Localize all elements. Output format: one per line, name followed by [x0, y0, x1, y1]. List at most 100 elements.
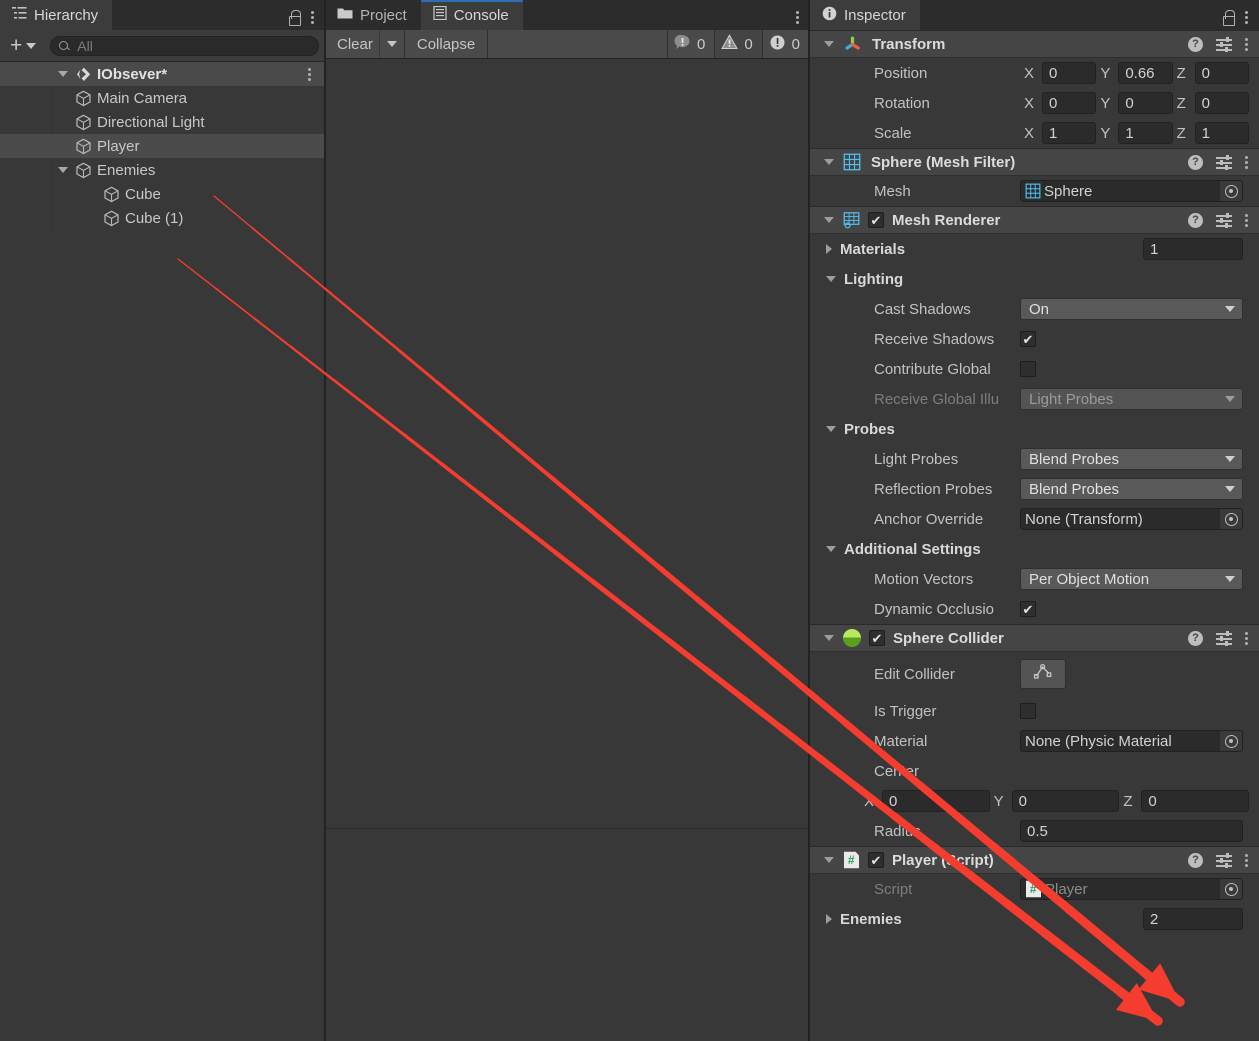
edit-collider-button[interactable]: [1020, 659, 1066, 689]
checkbox-receive-shadows[interactable]: [1020, 331, 1036, 347]
field-rotation-z[interactable]: 0: [1194, 92, 1249, 114]
foldout-materials[interactable]: Materials 1: [810, 234, 1259, 264]
log-count-info[interactable]: 0: [667, 30, 716, 58]
kebab-menu-icon[interactable]: [1245, 630, 1249, 646]
field-position-y[interactable]: 0.66: [1118, 62, 1173, 84]
tab-hierarchy[interactable]: Hierarchy: [0, 0, 113, 30]
field-materials-size[interactable]: 1: [1143, 238, 1243, 260]
expand-triangle-icon[interactable]: [826, 546, 836, 552]
console-log-list[interactable]: [325, 59, 810, 829]
checkbox-is-trigger[interactable]: [1020, 703, 1036, 719]
clear-button[interactable]: Clear: [325, 30, 379, 58]
field-row-x[interactable]: 0: [882, 790, 990, 812]
console-detail-pane[interactable]: [325, 829, 810, 1009]
search-input[interactable]: All: [50, 35, 319, 56]
foldout-additional-settings[interactable]: Additional Settings: [810, 534, 1259, 564]
kebab-menu-icon[interactable]: [308, 66, 312, 82]
hierarchy-item-iobsever[interactable]: IObsever*: [0, 62, 325, 86]
component-header-mesh-renderer[interactable]: Mesh Renderer?: [810, 206, 1259, 234]
field-row-z[interactable]: 0: [1141, 790, 1250, 812]
objectfield-script[interactable]: # Player: [1020, 878, 1243, 900]
expand-triangle-icon[interactable]: [824, 217, 834, 223]
clear-dropdown-button[interactable]: [378, 30, 405, 58]
field-rotation-y[interactable]: 0: [1118, 92, 1173, 114]
tab-console[interactable]: Console: [420, 0, 523, 30]
kebab-menu-icon[interactable]: [1245, 36, 1249, 52]
preset-sliders-icon[interactable]: [1216, 853, 1232, 868]
component-enabled-checkbox[interactable]: [868, 852, 884, 868]
dropdown-reflection-probes[interactable]: Blend Probes: [1020, 478, 1243, 500]
help-icon[interactable]: ?: [1188, 852, 1203, 868]
component-header-mesh-filter[interactable]: Sphere (Mesh Filter)?: [810, 148, 1259, 176]
kebab-menu-icon[interactable]: [311, 9, 315, 25]
expand-triangle-icon[interactable]: [824, 159, 834, 165]
expand-triangle-icon[interactable]: [826, 426, 836, 432]
hierarchy-item-directional-light[interactable]: Directional Light: [0, 110, 325, 134]
foldout-lighting[interactable]: Lighting: [810, 264, 1259, 294]
help-icon[interactable]: ?: [1188, 212, 1203, 228]
collapse-triangle-icon[interactable]: [826, 244, 832, 254]
expand-triangle-icon[interactable]: [824, 41, 834, 47]
object-picker-icon[interactable]: [1220, 731, 1242, 751]
lock-icon[interactable]: [287, 9, 301, 26]
field-position-x[interactable]: 0: [1042, 62, 1097, 84]
expand-triangle-icon[interactable]: [824, 857, 834, 863]
dropdown-cast-shadows[interactable]: On: [1020, 298, 1243, 320]
kebab-menu-icon[interactable]: [1245, 852, 1249, 868]
lock-icon[interactable]: [1221, 9, 1235, 26]
log-count-error[interactable]: 0: [762, 30, 810, 58]
kebab-menu-icon[interactable]: [1245, 154, 1249, 170]
objectfield-material[interactable]: None (Physic Material: [1020, 730, 1243, 752]
panel-divider-right[interactable]: [808, 0, 810, 1041]
hierarchy-item-cube[interactable]: Cube: [0, 182, 325, 206]
foldout-probes[interactable]: Probes: [810, 414, 1259, 444]
hierarchy-item-player[interactable]: Player: [0, 134, 325, 158]
tab-project[interactable]: Project: [325, 0, 421, 30]
checkbox-dynamic-occlusio[interactable]: [1020, 601, 1036, 617]
add-gameobject-button[interactable]: +: [6, 35, 40, 56]
expand-triangle-icon[interactable]: [826, 276, 836, 282]
object-picker-icon[interactable]: [1220, 509, 1242, 529]
kebab-menu-icon[interactable]: [1245, 9, 1249, 25]
objectfield-anchor-override[interactable]: None (Transform): [1020, 508, 1243, 530]
field-scale-z[interactable]: 1: [1194, 122, 1249, 144]
component-header-sphere-collider[interactable]: Sphere Collider?: [810, 624, 1259, 652]
kebab-menu-icon[interactable]: [1245, 212, 1249, 228]
help-icon[interactable]: ?: [1188, 36, 1203, 52]
field-enemies-size[interactable]: 2: [1143, 908, 1243, 930]
field-rotation-x[interactable]: 0: [1042, 92, 1097, 114]
panel-divider-left[interactable]: [324, 0, 326, 1041]
dropdown-receive-global-illu[interactable]: Light Probes: [1020, 388, 1243, 410]
hierarchy-item-cube-1[interactable]: Cube (1): [0, 206, 325, 230]
field-position-z[interactable]: 0: [1194, 62, 1249, 84]
help-icon[interactable]: ?: [1188, 154, 1203, 170]
field-radius[interactable]: 0.5: [1020, 820, 1243, 842]
field-scale-y[interactable]: 1: [1118, 122, 1173, 144]
field-scale-x[interactable]: 1: [1042, 122, 1097, 144]
collapse-button[interactable]: Collapse: [404, 30, 489, 58]
expand-triangle-icon[interactable]: [824, 635, 834, 641]
component-enabled-checkbox[interactable]: [868, 212, 884, 228]
kebab-menu-icon[interactable]: [796, 9, 800, 25]
hierarchy-item-main-camera[interactable]: Main Camera: [0, 86, 325, 110]
objectfield-mesh[interactable]: Sphere: [1020, 180, 1243, 202]
dropdown-motion-vectors[interactable]: Per Object Motion: [1020, 568, 1243, 590]
component-enabled-checkbox[interactable]: [869, 630, 885, 646]
hierarchy-item-enemies[interactable]: Enemies: [0, 158, 325, 182]
object-picker-icon[interactable]: [1220, 181, 1242, 201]
log-count-warning[interactable]: 0: [715, 30, 763, 58]
expand-triangle-icon[interactable]: [58, 71, 68, 77]
dropdown-light-probes[interactable]: Blend Probes: [1020, 448, 1243, 470]
collapse-triangle-icon[interactable]: [826, 914, 832, 924]
preset-sliders-icon[interactable]: [1216, 213, 1232, 228]
expand-triangle-icon[interactable]: [58, 167, 68, 173]
help-icon[interactable]: ?: [1188, 630, 1203, 646]
object-picker-icon[interactable]: [1220, 879, 1242, 899]
preset-sliders-icon[interactable]: [1216, 155, 1232, 170]
field-row-y[interactable]: 0: [1011, 790, 1120, 812]
component-header-player-script[interactable]: # Player (Script)?: [810, 846, 1259, 874]
tab-inspector[interactable]: Inspector: [810, 0, 920, 30]
foldout-enemies[interactable]: Enemies 2: [810, 904, 1259, 934]
preset-sliders-icon[interactable]: [1216, 37, 1232, 52]
component-header-transform[interactable]: Transform?: [810, 30, 1259, 58]
